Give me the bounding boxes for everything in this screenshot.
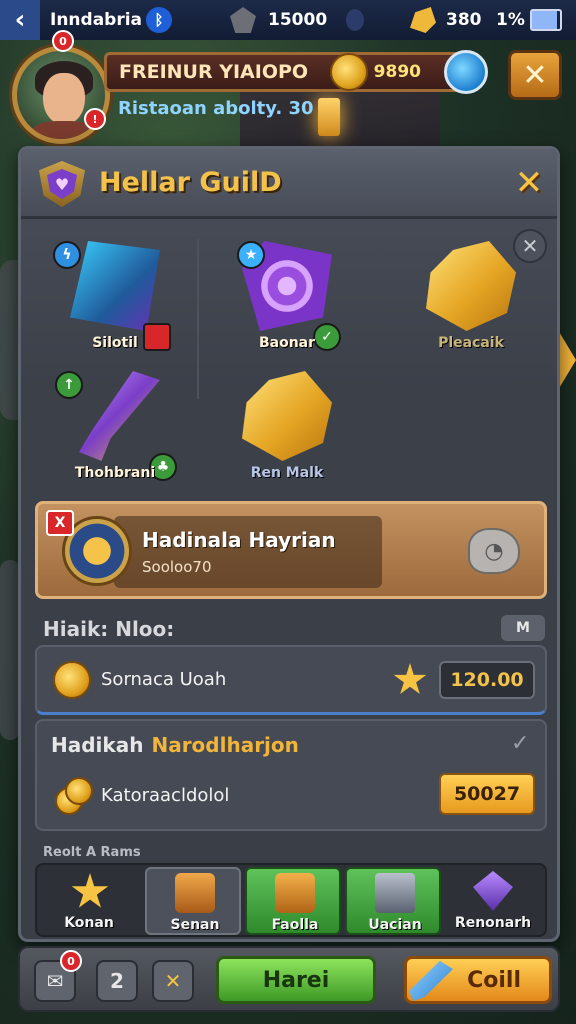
- dark-gem-icon: [346, 9, 364, 31]
- expandable-row-header: Hadikah Narodlharjon: [51, 733, 299, 757]
- guild-item-5[interactable]: Ren Malk: [217, 363, 357, 493]
- battery-percent: 1%: [496, 10, 525, 30]
- close-icon: ✕: [514, 163, 544, 203]
- anvil-icon: [375, 873, 415, 913]
- gold-count: 380: [446, 10, 482, 30]
- expandable-row-text: Katoraacldolol: [101, 785, 230, 806]
- battery-icon: [530, 9, 562, 31]
- guild-panel: ♥ Hellar GuilD ✕ ✕ ϟ Silotil ★ ✓ Baonar …: [18, 146, 560, 942]
- section-tag-button[interactable]: M: [501, 615, 545, 641]
- guild-item-1[interactable]: ϟ Silotil: [45, 233, 185, 363]
- pouch-icon[interactable]: ◔: [468, 528, 520, 574]
- category-tabs: Konan Senan Faolla Uacian Renonarh: [35, 863, 547, 937]
- tabs-label: Reolt A Rams: [43, 845, 141, 860]
- reward-row[interactable]: Sornaca Uoah 120.00: [35, 645, 547, 715]
- tab-faolla[interactable]: Faolla: [245, 867, 341, 935]
- top-close-button[interactable]: ✕: [508, 50, 562, 100]
- selected-title: Hadinala Hayrian: [142, 528, 336, 552]
- chevron-left-icon: ‹: [14, 5, 26, 35]
- panel-close-button[interactable]: ✕: [509, 163, 549, 203]
- avatar-alert-badge: !: [84, 108, 106, 130]
- player-coins: 9890: [373, 62, 421, 82]
- coin-icon: [329, 53, 368, 91]
- guild-shield-icon: ♥: [39, 161, 85, 207]
- guild-item-4[interactable]: ↑ ♣ Thohbrani: [45, 363, 185, 493]
- selected-subtitle: Sooloo70: [142, 558, 212, 576]
- coin-icon: [53, 661, 91, 699]
- close-icon: ✕: [522, 57, 548, 93]
- primary-button[interactable]: Harei: [216, 956, 376, 1004]
- coin-stack-icon: [55, 777, 95, 815]
- expandable-value-button[interactable]: 50027: [439, 773, 535, 815]
- remove-badge-button[interactable]: X: [46, 510, 74, 536]
- chest-icon: [175, 873, 215, 913]
- background-window: [318, 98, 340, 136]
- expandable-label-b: Narodlharjon: [151, 733, 299, 757]
- arrow-badge-icon: ↑: [55, 371, 83, 399]
- tab-label: Renonarh: [454, 915, 532, 931]
- item-label: Pleacaik: [438, 335, 504, 351]
- bottom-bar: ✉ 0 2 ✕ Harei Coill: [18, 946, 560, 1012]
- info-orb-button[interactable]: [444, 50, 488, 94]
- secondary-button-label: Coill: [467, 967, 521, 993]
- mail-notification-badge: 0: [60, 950, 82, 972]
- tab-uacian[interactable]: Uacian: [345, 867, 441, 935]
- expandable-row[interactable]: Hadikah Narodlharjon ✓ Katoraacldolol 500…: [35, 719, 547, 831]
- tab-renonarh[interactable]: Renonarh: [445, 867, 541, 935]
- player-name: FREINUR YIAIOPO: [119, 61, 309, 83]
- item-label: Silotil: [92, 335, 138, 351]
- treasure-chest-icon: [275, 873, 315, 913]
- item-label: Thohbrani: [74, 465, 156, 481]
- spellbook-icon: [70, 241, 160, 331]
- app-title: Inndabria: [50, 10, 143, 30]
- panel-title: Hellar GuilD: [99, 167, 282, 198]
- key-icon: [409, 961, 453, 1001]
- gem-icon: [230, 7, 256, 33]
- chevron-down-icon[interactable]: ✓: [511, 731, 529, 756]
- gold-blocks-icon: [426, 241, 516, 331]
- sword-icon: [79, 371, 160, 461]
- background-rock: [0, 560, 20, 740]
- panel-header: ♥ Hellar GuilD ✕: [21, 149, 557, 219]
- tab-label: Senan: [170, 917, 220, 933]
- star-icon: [71, 873, 109, 908]
- tab-label: Konan: [64, 915, 114, 931]
- gems-count: 15000: [268, 10, 328, 30]
- guild-item-2[interactable]: ★ ✓ Baonar: [217, 233, 357, 363]
- star-icon: [393, 663, 427, 694]
- selected-card-inner: [114, 516, 382, 588]
- tab-label: Faolla: [271, 917, 319, 933]
- item-label: Baonar: [258, 335, 316, 351]
- lightning-badge-icon: ϟ: [53, 241, 81, 269]
- guild-item-3[interactable]: Pleacaik: [401, 233, 541, 363]
- expandable-label-a: Hadikah: [51, 733, 144, 757]
- player-rank: Ristaoan abolty. 30: [118, 98, 314, 119]
- star-badge-icon: ★: [237, 241, 265, 269]
- crystal-icon: [473, 871, 513, 911]
- gold-blocks-icon: [242, 371, 332, 461]
- player-name-plate: FREINUR YIAIOPO 9890: [104, 52, 464, 92]
- side-arrow-button[interactable]: [558, 330, 576, 390]
- divider: [197, 239, 199, 399]
- reward-row-text: Sornaca Uoah: [101, 669, 227, 690]
- secondary-button[interactable]: Coill: [404, 956, 552, 1004]
- back-button[interactable]: ‹: [0, 0, 40, 40]
- item-label: Ren Malk: [250, 465, 324, 481]
- avatar-notification-badge: 0: [52, 30, 74, 52]
- cancel-button[interactable]: ✕: [152, 960, 194, 1002]
- avatar-face: [43, 73, 85, 125]
- gold-icon: [410, 7, 436, 33]
- tab-senan[interactable]: Senan: [145, 867, 241, 935]
- bluetooth-icon: ᛒ: [146, 7, 172, 33]
- reward-value: 120.00: [439, 661, 535, 699]
- mail-icon: ✉: [46, 969, 64, 993]
- status-bar: ‹ Inndabria ᛒ 15000 380 1%: [0, 0, 576, 40]
- section-label: Hiaik: Nloo:: [43, 617, 175, 641]
- tab-konan[interactable]: Konan: [41, 867, 137, 935]
- close-icon: ✕: [164, 969, 182, 993]
- tab-label: Uacian: [368, 917, 422, 933]
- selected-guild-card[interactable]: X Hadinala Hayrian Sooloo70 ◔: [35, 501, 547, 599]
- count-button[interactable]: 2: [96, 960, 138, 1002]
